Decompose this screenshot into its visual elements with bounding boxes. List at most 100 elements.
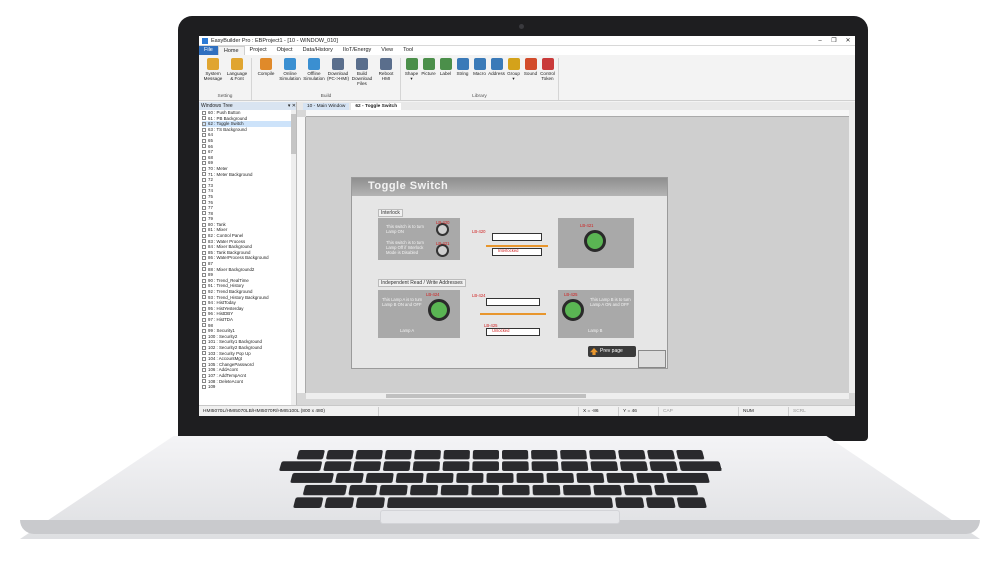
window-page-icon [202, 166, 206, 171]
minimize-button[interactable]: – [813, 38, 827, 44]
window-page-icon [202, 138, 206, 143]
keyboard-key [354, 450, 383, 460]
prev-page-label: Prev page [600, 348, 623, 354]
editor-vertical-scrollbar[interactable] [849, 110, 855, 393]
tree-item[interactable]: 109 [202, 384, 296, 390]
sound-button[interactable]: Sound [522, 58, 539, 94]
switch2-address: LB-421 [436, 241, 450, 246]
ribbon-button-label: Group ▾ [507, 71, 520, 82]
window-page-icon [202, 205, 206, 210]
interlock-lamp[interactable] [584, 230, 606, 252]
editor-horizontal-scrollbar[interactable] [306, 393, 849, 399]
shape-icon [405, 58, 418, 70]
tree-item-label: 86 : WaterProcess Background [208, 255, 269, 261]
ribbon-button-label: Build Download Files [351, 71, 373, 87]
ribbon-tab-tool[interactable]: Tool [398, 46, 418, 55]
windows-tree-controls[interactable]: ▾ ✕ [288, 102, 296, 110]
independent-rw-label[interactable]: Independent Read / Write Addresses [378, 279, 466, 287]
windows-tree-scroll-thumb[interactable] [291, 114, 296, 154]
window-page-icon [202, 345, 206, 350]
reboot-button[interactable]: Reboot HMI [374, 58, 398, 94]
picture-button[interactable]: Picture [420, 58, 437, 94]
ribbon-tab-data-history[interactable]: Data/History [298, 46, 338, 55]
editor-tab[interactable]: 10 - Main Window [303, 103, 350, 110]
download-button[interactable]: Download (PC->HMI) [326, 58, 350, 94]
maximize-button[interactable]: ❐ [827, 37, 841, 44]
shape-button[interactable]: Shape ▾ [403, 58, 420, 94]
ribbon-button-label: System Message [203, 71, 223, 82]
window-page-icon [202, 116, 206, 121]
macro-button[interactable]: Macro [471, 58, 488, 94]
keyboard-row [139, 484, 860, 496]
editor-tab[interactable]: 62 - Toggle Switch [351, 103, 402, 110]
keyboard-key [384, 450, 412, 460]
window-page-icon [202, 172, 206, 177]
design-canvas[interactable]: Toggle Switch Interlock This switch is t… [306, 117, 849, 393]
corner-object[interactable] [638, 350, 666, 368]
ribbon-button-label: Picture [421, 71, 436, 76]
online-simulation-button[interactable]: Online Simulation [278, 58, 302, 94]
ribbon-tab-file[interactable]: File [199, 46, 218, 55]
lamp-a-address: LB-424 [426, 292, 440, 297]
keyboard-key [530, 461, 559, 471]
ribbon-button-label: Compile [257, 71, 275, 76]
offline-simulation-button[interactable]: Offline Simulation [302, 58, 326, 94]
ribbon-tab-home[interactable]: Home [217, 46, 245, 55]
window-page-icon [202, 368, 206, 373]
keyboard-key [559, 450, 587, 460]
ribbon-tab-project[interactable]: Project [245, 46, 272, 55]
window-page-icon [202, 362, 206, 367]
ribbon-group-build: Compile Online Simulation Offline Simulati… [252, 58, 401, 100]
lamp-b[interactable] [562, 299, 584, 321]
keyboard-key [678, 461, 722, 471]
window-page-icon [202, 273, 206, 278]
keyboard-key [295, 450, 325, 460]
editor-scroll-thumb[interactable] [386, 394, 586, 398]
window-page-icon [202, 133, 206, 138]
offline-simulation-icon [308, 58, 320, 70]
keyboard-key [560, 461, 588, 471]
independent-numeric-display-1[interactable] [486, 298, 540, 306]
ribbon-tab-iiot-energy[interactable]: IIoT/Energy [338, 46, 376, 55]
status-cap: CAP [659, 406, 739, 416]
interlock-label[interactable]: Interlock [378, 209, 403, 217]
system-message-button[interactable]: System Message [201, 58, 225, 94]
language-font-button[interactable]: Language & Font [225, 58, 249, 94]
windows-tree-panel: Windows Tree ▾ ✕ 60 : Push Button 61 : PB… [199, 102, 297, 405]
compile-button[interactable]: Compile [254, 58, 278, 94]
keyboard-key [501, 461, 529, 471]
keyboard-key [290, 472, 335, 483]
keyboard-key [413, 450, 441, 460]
window-page-icon [202, 284, 206, 289]
system-message-icon [207, 58, 219, 70]
label-button[interactable]: Label [437, 58, 454, 94]
address-button[interactable]: Address [488, 58, 505, 94]
build-download-button[interactable]: Build Download Files [350, 58, 374, 94]
ribbon-group-library: Shape ▾ Picture Label String Macro Address Gro… [401, 58, 559, 100]
string-button[interactable]: String [454, 58, 471, 94]
lamp-a[interactable] [428, 299, 450, 321]
horizontal-ruler [306, 110, 849, 117]
keyboard-key [606, 472, 635, 483]
app-title: EasyBuilder Pro : EBProject1 - [10 - WIN… [211, 37, 338, 44]
window-page-icon [202, 334, 206, 339]
keyboard-key [623, 484, 653, 496]
macro-icon [473, 58, 486, 70]
group-button[interactable]: Group ▾ [505, 58, 522, 94]
tree-item-label: 109 [208, 384, 216, 390]
windows-tree-scrollbar[interactable] [291, 110, 296, 405]
close-button[interactable]: ✕ [841, 37, 855, 44]
ribbon-tab-object[interactable]: Object [272, 46, 298, 55]
hmi-window-page[interactable]: Toggle Switch Interlock This switch is t… [351, 177, 668, 369]
ribbon-group-label: Library [472, 94, 487, 99]
keyboard-key [324, 497, 355, 508]
keyboard-key [456, 472, 484, 483]
lamp-b-text: This Lamp B is to turn Lamp A ON and OFF [590, 297, 631, 307]
keyboard-key [645, 497, 676, 508]
prev-page-button[interactable]: Prev page [588, 346, 636, 357]
window-page-icon [202, 233, 206, 238]
interlock-numeric-display-1[interactable] [492, 233, 542, 241]
keyboard-key [617, 450, 646, 460]
control-token-button[interactable]: Control Token [539, 58, 556, 94]
ribbon-tab-view[interactable]: View [376, 46, 398, 55]
